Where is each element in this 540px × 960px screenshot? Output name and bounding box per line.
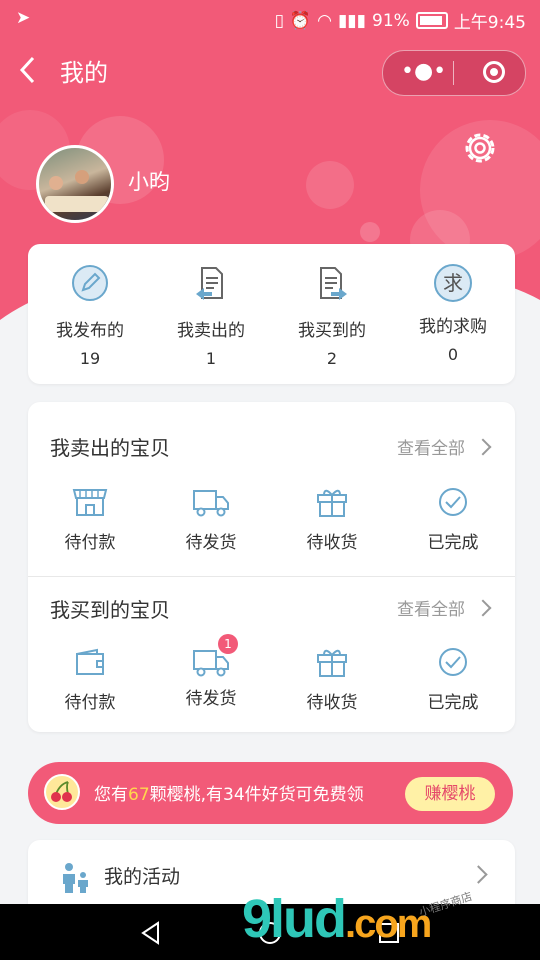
back-triangle-icon[interactable] [138,920,164,946]
order-status-label: 待付款 [64,533,116,553]
order-status-label: 待发货 [185,689,237,709]
stat-label: 我卖出的 [177,321,245,341]
sold-section-title: 我卖出的宝贝 [50,436,170,460]
sold-view-all[interactable]: 查看全部 [397,434,492,459]
doc-buy-icon [320,267,347,300]
avatar[interactable] [36,145,114,223]
sold-completed[interactable]: 已完成 [403,486,503,553]
chevron-right-icon [474,599,492,616]
sold-pending-shipment[interactable]: 待发货 [161,486,261,553]
cherry-icon [44,774,80,810]
sold-pending-receipt[interactable]: 待收货 [282,486,382,553]
pencil-icon [72,265,108,301]
chevron-left-icon[interactable] [18,54,38,95]
stat-label: 我买到的 [298,321,366,341]
check-circle-icon [439,648,467,676]
stat-label: 我发布的 [56,321,124,341]
page-title: 我的 [60,59,108,87]
family-icon [63,863,88,893]
sold-pending-payment[interactable]: 待付款 [40,486,140,553]
site-watermark: 9lud.com [242,889,432,949]
wallet-icon [76,648,104,675]
bought-pending-payment[interactable]: 待付款 [40,646,140,713]
stat-published[interactable]: 我发布的 19 [40,264,140,368]
signal-icon: ▮▮▮ [337,10,367,31]
cherry-promo-banner[interactable]: 您有67颗樱桃,有34件好货可免费领 赚樱桃 [28,762,513,824]
gear-icon[interactable] [460,128,500,168]
status-bar: ➤ ▯ ⏰ ◠ ▮▮▮ 91% 上午9:45 [0,0,540,36]
bought-pending-shipment[interactable]: 1 待发货 [161,634,261,709]
stat-wanted[interactable]: 求 我的求购 0 [403,264,503,364]
clock: 上午9:45 [453,13,526,33]
mini-program-capsule: •●• [382,50,526,96]
battery-icon [415,12,448,29]
truck-icon [193,490,229,517]
capsule-divider [453,61,454,85]
promo-text: 您有67颗樱桃,有34件好货可免费领 [94,785,364,805]
chevron-right-icon [474,438,492,455]
bought-view-all[interactable]: 查看全部 [397,595,492,620]
check-circle-icon [439,488,467,516]
wifi-icon: ◠ [317,10,332,31]
target-icon[interactable] [483,61,505,83]
stat-sold[interactable]: 我卖出的 1 [161,264,261,368]
bought-section-title: 我买到的宝贝 [50,598,170,622]
stat-count: 19 [79,349,101,368]
doc-sell-icon [196,267,223,300]
orders-card: 我卖出的宝贝 查看全部 待付款 待发货 待收货 已完成 我买到的宝贝 查看全部 … [28,402,515,732]
chevron-right-icon [469,865,488,884]
gift-icon [317,649,347,677]
order-status-label: 待发货 [185,533,237,553]
section-divider [28,576,515,577]
order-status-label: 已完成 [427,693,479,713]
battery-percent: 91% [372,10,410,31]
order-status-label: 待收货 [306,693,358,713]
bought-completed[interactable]: 已完成 [403,646,503,713]
earn-cherries-button[interactable]: 赚樱桃 [405,777,495,811]
stats-card: 我发布的 19 我卖出的 1 我买到的 2 求 我的求购 0 [28,244,515,384]
bought-pending-receipt[interactable]: 待收货 [282,646,382,713]
notification-badge: 1 [218,634,238,654]
stat-label: 我的求购 [419,317,487,337]
stat-count: 1 [205,349,217,368]
stat-count: 0 [447,345,459,364]
location-icon: ➤ [16,8,31,28]
stat-bought[interactable]: 我买到的 2 [282,264,382,368]
gift-icon [317,489,347,517]
vibrate-icon: ▯ [274,10,284,31]
order-status-label: 待付款 [64,693,116,713]
nav-bar: 我的 •●• [0,50,540,96]
activity-label: 我的活动 [104,866,181,888]
alarm-icon: ⏰ [289,10,312,31]
username: 小昀 [128,170,170,194]
order-status-label: 待收货 [306,533,358,553]
stat-count: 2 [326,349,338,368]
qiu-icon: 求 [434,264,472,302]
shop-icon [72,489,108,516]
order-status-label: 已完成 [427,533,479,553]
cherry-count: 67 [128,785,150,805]
more-dots-icon[interactable]: •●• [401,61,446,83]
